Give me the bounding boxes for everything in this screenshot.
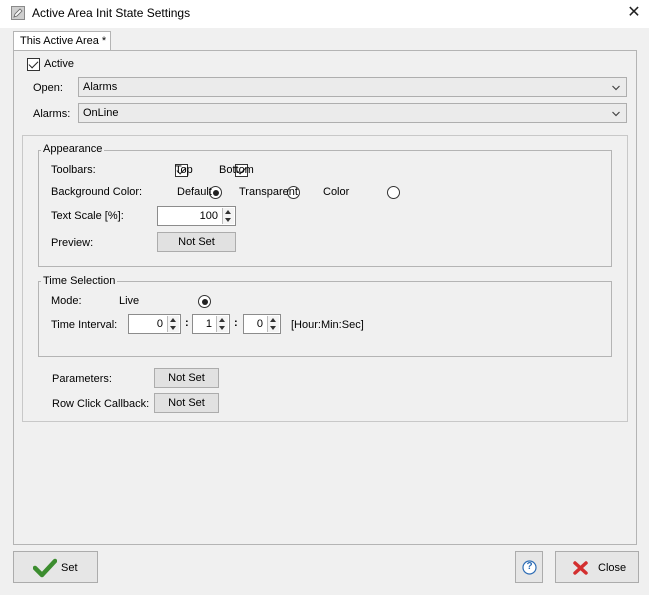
row-click-callback-button[interactable]: Not Set: [154, 393, 219, 413]
seconds-value: 0: [256, 318, 263, 330]
set-button-label: Set: [61, 562, 78, 574]
spinner-arrows-icon[interactable]: [216, 316, 228, 332]
help-button[interactable]: ?: [515, 551, 543, 583]
help-icon-label: ?: [526, 561, 533, 572]
time-selection-legend: Time Selection: [41, 275, 118, 287]
active-checkbox[interactable]: [27, 58, 40, 71]
time-separator: :: [185, 317, 189, 329]
hours-spinner[interactable]: 0: [128, 314, 181, 334]
appearance-group: [38, 150, 612, 267]
seconds-spinner[interactable]: 0: [243, 314, 281, 334]
hours-value: 0: [156, 318, 163, 330]
spinner-arrows-icon[interactable]: [267, 316, 279, 332]
toolbar-top-label: Top: [175, 164, 193, 176]
open-label: Open:: [33, 82, 63, 94]
alarms-select-value: OnLine: [83, 107, 119, 119]
chevron-down-icon: [612, 85, 620, 91]
preview-label: Preview:: [51, 237, 94, 249]
alarms-label: Alarms:: [33, 108, 71, 120]
tab-label: This Active Area *: [20, 35, 107, 47]
mode-label: Mode:: [51, 295, 82, 307]
app-pencil-icon: [11, 6, 25, 20]
preview-button[interactable]: Not Set: [157, 232, 236, 252]
red-x-icon: [573, 561, 588, 575]
open-select-value: Alarms: [83, 81, 118, 93]
spinner-arrows-icon[interactable]: [222, 208, 234, 224]
toolbar-bottom-label: Bottom: [219, 164, 254, 176]
text-scale-value: 100: [199, 210, 218, 222]
window-close-icon[interactable]: ✕: [622, 2, 646, 24]
parameters-button[interactable]: Not Set: [154, 368, 219, 388]
background-color-label: Background Color:: [51, 186, 143, 198]
time-interval-label: Time Interval:: [51, 319, 118, 331]
bg-transparent-label: Transparent: [239, 186, 298, 198]
open-select[interactable]: Alarms: [78, 77, 627, 97]
appearance-legend: Appearance: [41, 143, 105, 155]
set-button[interactable]: Set: [13, 551, 98, 583]
alarms-select[interactable]: OnLine: [78, 103, 627, 123]
tab-this-active-area[interactable]: This Active Area *: [13, 31, 111, 51]
text-scale-spinner[interactable]: 100: [157, 206, 236, 226]
close-button[interactable]: Close: [555, 551, 639, 583]
text-scale-label: Text Scale [%]:: [51, 210, 124, 222]
spinner-arrows-icon[interactable]: [167, 316, 179, 332]
minutes-value: 1: [205, 318, 212, 330]
checkmark-icon: [33, 558, 57, 578]
window-title: Active Area Init State Settings: [32, 6, 191, 20]
close-button-label: Close: [598, 562, 627, 574]
mode-live-label: Live: [119, 295, 140, 307]
row-click-callback-label: Row Click Callback:: [52, 398, 150, 410]
parameters-label: Parameters:: [52, 373, 112, 385]
minutes-spinner[interactable]: 1: [192, 314, 230, 334]
chevron-down-icon: [612, 111, 620, 117]
bg-default-label: Default: [177, 186, 212, 198]
time-unit-label: [Hour:Min:Sec]: [291, 319, 364, 331]
toolbars-label: Toolbars:: [51, 164, 96, 176]
time-separator: :: [234, 317, 238, 329]
bg-color-label: Color: [323, 186, 350, 198]
active-label: Active: [44, 58, 74, 70]
